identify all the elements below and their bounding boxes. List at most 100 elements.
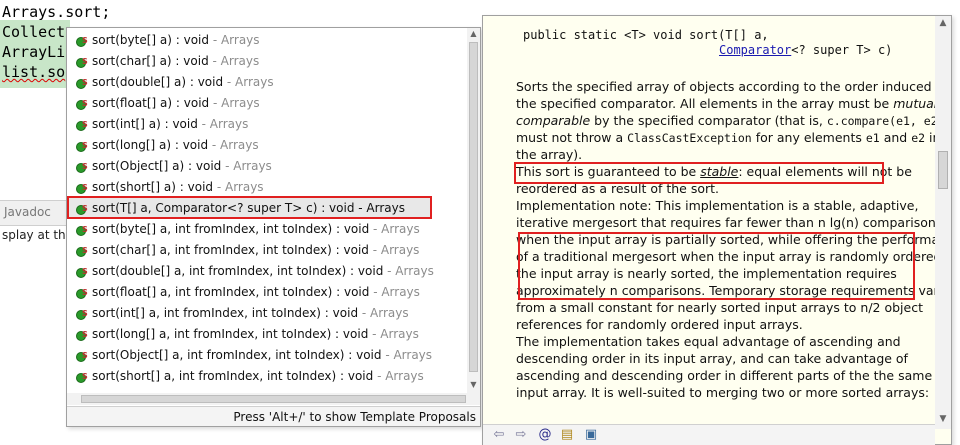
proposal-item[interactable]: Ssort(byte[] a) : void - Arrays (75, 30, 260, 51)
doc-text: The implementation takes equal advantage… (516, 334, 901, 349)
scroll-thumb[interactable] (81, 395, 466, 403)
proposal-signature: sort(Object[] a) : void (92, 159, 222, 173)
proposal-source: - Arrays (369, 285, 420, 299)
proposal-source: - Arrays (373, 369, 424, 383)
scroll-up-arrow-icon[interactable]: ▲ (469, 29, 478, 38)
content-assist-popup: Ssort(byte[] a) : void - Arrays Ssort(cha… (66, 27, 481, 427)
javadoc-content: public static <T> void sort(T[] a, Compa… (483, 16, 935, 411)
static-method-icon: S (75, 221, 89, 236)
doc-text: from a small constant for nearly sorted … (516, 300, 923, 315)
proposal-source: - Arrays (223, 75, 274, 89)
proposal-signature: sort(short[] a, int fromIndex, int toInd… (92, 369, 374, 383)
scroll-down-arrow-icon[interactable]: ▼ (469, 380, 478, 389)
javadoc-tab[interactable]: Javadoc (4, 205, 51, 219)
proposal-list[interactable]: Ssort(byte[] a) : void - Arrays Ssort(cha… (67, 28, 467, 393)
proposal-source: - Arrays (383, 264, 434, 278)
proposal-item[interactable]: Ssort(long[] a) : void - Arrays (75, 135, 259, 156)
proposal-signature: sort(char[] a, int fromIndex, int toInde… (92, 243, 369, 257)
proposal-horizontal-scrollbar[interactable] (67, 393, 480, 405)
static-method-icon: S (75, 116, 89, 131)
proposal-signature: sort(int[] a, int fromIndex, int toIndex… (92, 306, 359, 320)
scroll-thumb[interactable] (469, 42, 478, 372)
proposal-signature: sort(double[] a) : void (92, 75, 224, 89)
open-browser-icon[interactable]: ▣ (583, 427, 599, 443)
proposal-signature: sort(double[] a, int fromIndex, int toIn… (92, 264, 384, 278)
proposal-item[interactable]: Ssort(long[] a, int fromIndex, int toInd… (75, 324, 419, 345)
editor-line[interactable]: ArrayLi (2, 42, 65, 62)
static-method-icon: S (75, 74, 89, 89)
proposal-item[interactable]: Ssort(float[] a) : void - Arrays (75, 93, 260, 114)
comparator-link[interactable]: Comparator (719, 43, 791, 57)
static-method-icon: S (75, 263, 89, 278)
javadoc-view-text: splay at thi (2, 228, 69, 242)
doc-text: the array). (516, 147, 583, 162)
proposal-item[interactable]: Ssort(int[] a, int fromIndex, int toInde… (75, 303, 409, 324)
proposal-source: - Arrays (197, 117, 249, 131)
static-method-icon: S (75, 95, 89, 110)
doc-text: must not throw a ClassCastException for … (516, 130, 935, 145)
editor-line[interactable]: list.so (2, 62, 65, 82)
proposal-source: - Arrays (221, 159, 272, 173)
proposal-status-text: Press 'Alt+/' to show Template Proposals (67, 406, 480, 426)
proposal-item[interactable]: Ssort(double[] a, int fromIndex, int toI… (75, 261, 434, 282)
static-method-icon: S (75, 200, 89, 215)
proposal-signature: sort(byte[] a, int fromIndex, int toInde… (92, 222, 370, 236)
editor-line[interactable]: Collect (2, 22, 65, 42)
proposal-source: - Arrays (208, 138, 259, 152)
proposal-item[interactable]: Ssort(short[] a) : void - Arrays (75, 177, 264, 198)
doc-text: references for randomly ordered input ar… (516, 317, 803, 332)
doc-text: iterative mergesort that requires far fe… (516, 215, 935, 230)
forward-arrow-icon[interactable]: ⇨ (513, 427, 529, 443)
static-method-icon: S (75, 284, 89, 299)
proposal-item[interactable]: Ssort(float[] a, int fromIndex, int toIn… (75, 282, 420, 303)
proposal-source: - Arrays (213, 180, 264, 194)
proposal-signature: sort(float[] a, int fromIndex, int toInd… (92, 285, 370, 299)
proposal-item[interactable]: Ssort(T[] a, Comparator<? super T> c) : … (75, 198, 405, 219)
doc-text: input array. It is well-suited to mergin… (516, 385, 930, 400)
scroll-up-arrow-icon[interactable]: ▲ (938, 18, 948, 28)
javadoc-tab-strip: Javadoc (0, 200, 70, 226)
method-signature: public static <T> void sort(T[] a, (523, 28, 769, 42)
proposal-signature: sort(Object[] a, int fromIndex, int toIn… (92, 348, 382, 362)
javadoc-at-icon[interactable]: @ (537, 427, 553, 443)
method-signature-params: Comparator<? super T> c) (719, 43, 893, 57)
proposal-source: - Arrays (368, 327, 419, 341)
doc-text: Implementation note: This implementation… (516, 198, 919, 213)
proposal-source: - Arrays (358, 306, 409, 320)
static-method-icon: S (75, 326, 89, 341)
proposal-item[interactable]: Ssort(short[] a, int fromIndex, int toIn… (75, 366, 424, 387)
proposal-item[interactable]: Ssort(double[] a) : void - Arrays (75, 72, 274, 93)
proposal-signature: sort(char[] a) : void (92, 54, 209, 68)
open-declaration-icon[interactable]: ▤ (559, 427, 575, 443)
doc-vertical-scrollbar[interactable]: ▲ ▼ (935, 16, 951, 429)
proposal-signature: sort(short[] a) : void (92, 180, 214, 194)
proposal-signature: sort(long[] a, int fromIndex, int toInde… (92, 327, 369, 341)
static-method-icon: S (75, 158, 89, 173)
doc-text: descending order in its input array, and… (516, 351, 908, 366)
proposal-signature: sort(float[] a) : void (92, 96, 210, 110)
editor-line[interactable]: Arrays.sort; (2, 2, 110, 22)
scroll-down-arrow-icon[interactable]: ▼ (938, 414, 948, 424)
proposal-vertical-scrollbar[interactable]: ▲ ▼ (467, 28, 480, 393)
proposal-signature: sort(T[] a, Comparator<? super T> c) : v… (92, 201, 405, 215)
javadoc-toolbar: ⇦ ⇨ @ ▤ ▣ (483, 424, 935, 445)
proposal-source: - Arrays (208, 54, 260, 68)
proposal-signature: sort(int[] a) : void (92, 117, 198, 131)
proposal-source: - Arrays (209, 33, 260, 47)
doc-text: ascending and descending order in differ… (516, 368, 933, 383)
proposal-item[interactable]: Ssort(Object[] a) : void - Arrays (75, 156, 272, 177)
proposal-item[interactable]: Ssort(Object[] a, int fromIndex, int toI… (75, 345, 432, 366)
static-method-icon: S (75, 347, 89, 362)
annotation-box-performance (518, 232, 915, 300)
static-method-icon: S (75, 32, 89, 47)
annotation-box-stable (514, 162, 884, 184)
proposal-item[interactable]: Ssort(int[] a) : void - Arrays (75, 114, 248, 135)
proposal-item[interactable]: Ssort(char[] a) : void - Arrays (75, 51, 259, 72)
javadoc-hover-panel: public static <T> void sort(T[] a, Compa… (482, 15, 952, 445)
scroll-thumb[interactable] (938, 151, 948, 189)
back-arrow-icon[interactable]: ⇦ (491, 427, 507, 443)
doc-text: Sorts the specified array of objects acc… (516, 79, 935, 94)
proposal-item[interactable]: Ssort(byte[] a, int fromIndex, int toInd… (75, 219, 420, 240)
proposal-item[interactable]: Ssort(char[] a, int fromIndex, int toInd… (75, 240, 419, 261)
static-method-icon: S (75, 368, 89, 383)
